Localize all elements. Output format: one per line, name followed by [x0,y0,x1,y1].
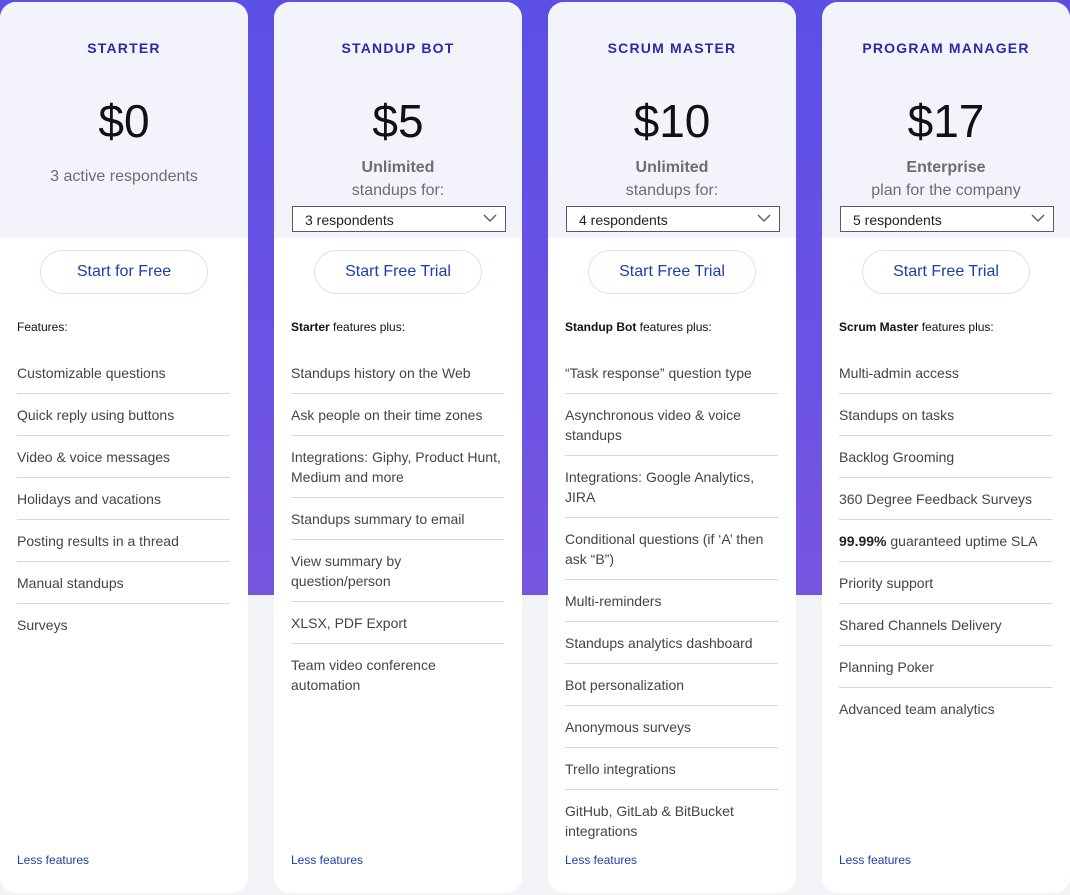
feature-item: Video & voice messages [17,436,230,478]
feature-item: Conditional questions (if ‘A’ then ask “… [565,518,778,580]
chevron-down-icon [1031,214,1045,222]
start-free-trial-button[interactable]: Start Free Trial [862,250,1030,294]
plan-subtext: 3 active respondents [50,168,198,185]
feature-item: XLSX, PDF Export [291,602,504,644]
feature-item: Trello integrations [565,748,778,790]
plan-header: STARTER $0 3 active respondents [0,2,248,238]
features-heading-plan: Starter [291,320,330,334]
plan-subtext: standups for: [625,182,719,199]
plan-subtext-bold: Unlimited [361,159,435,176]
feature-item: Standups on tasks [839,394,1052,436]
plan-card-standup-bot: STANDUP BOT $5 Unlimited standups for: 3… [274,2,522,893]
plan-price: $5 [372,95,424,147]
features-heading: Features: [17,320,68,334]
feature-list: “Task response” question type Asynchrono… [565,352,778,851]
features-heading-plan: Standup Bot [565,320,637,334]
plan-name: STARTER [87,40,161,56]
plan-subtext-bold: Enterprise [906,159,986,176]
start-free-trial-button[interactable]: Start Free Trial [314,250,482,294]
respondents-select[interactable]: 3 respondents [292,206,506,232]
less-features-link[interactable]: Less features [839,853,911,867]
plan-header: PROGRAM MANAGER $17 Enterprise plan for … [822,2,1070,238]
feature-item: Holidays and vacations [17,478,230,520]
select-value: 5 respondents [853,212,942,228]
feature-item: Multi-admin access [839,352,1052,394]
less-features-link[interactable]: Less features [565,853,637,867]
less-features-link[interactable]: Less features [17,853,89,867]
feature-item: Backlog Grooming [839,436,1052,478]
respondents-select[interactable]: 5 respondents [840,206,1054,232]
plan-card-starter: STARTER $0 3 active respondents Start fo… [0,2,248,893]
plan-subtext: standups for: [351,182,445,199]
feature-item: Posting results in a thread [17,520,230,562]
select-value: 3 respondents [305,212,394,228]
feature-item: Customizable questions [17,352,230,394]
feature-item: Planning Poker [839,646,1052,688]
feature-item: Shared Channels Delivery [839,604,1052,646]
plan-name: SCRUM MASTER [607,40,737,56]
features-heading-rest: features plus: [636,320,712,334]
plan-price: $17 [907,95,985,147]
features-heading-rest: features plus: [918,320,994,334]
plan-name: PROGRAM MANAGER [862,40,1030,56]
plan-subtext-bold: Unlimited [635,159,709,176]
plan-price: $0 [98,95,150,147]
features-heading-plan: Scrum Master [839,320,919,334]
plan-price: $10 [633,95,711,147]
feature-list: Standups history on the Web Ask people o… [291,352,504,705]
feature-item: Priority support [839,562,1052,604]
select-value: 4 respondents [579,212,668,228]
feature-item: Integrations: Giphy, Product Hunt, Mediu… [291,436,504,498]
respondents-select[interactable]: 4 respondents [566,206,780,232]
less-features-link[interactable]: Less features [291,853,363,867]
plan-name: STANDUP BOT [341,40,455,56]
feature-item: Multi-reminders [565,580,778,622]
feature-item: Advanced team analytics [839,701,995,717]
features-heading-rest: features plus: [329,320,406,334]
uptime-text: guaranteed uptime SLA [890,533,1038,549]
feature-item: Integrations: Google Analytics, JIRA [565,456,778,518]
features-heading: Starter features plus: [291,320,405,334]
feature-list: Customizable questions Quick reply using… [17,352,230,645]
feature-item: “Task response” question type [565,352,778,394]
features-heading: Scrum Master features plus: [839,320,994,334]
feature-item: Ask people on their time zones [291,394,504,436]
feature-item: Asynchronous video & voice standups [565,394,778,456]
feature-list: Multi-admin access Standups on tasks Bac… [839,352,1052,729]
uptime-value: 99.99% [839,533,887,549]
plan-subtext: plan for the company [871,182,1021,199]
features-heading: Standup Bot features plus: [565,320,712,334]
feature-item: GitHub, GitLab & BitBucket integrations [565,803,734,839]
chevron-down-icon [483,214,497,222]
feature-item: Quick reply using buttons [17,394,230,436]
feature-item: Manual standups [17,562,230,604]
feature-item: View summary by question/person [291,540,504,602]
start-for-free-button[interactable]: Start for Free [40,250,208,294]
feature-item: Standups analytics dashboard [565,622,778,664]
plan-card-scrum-master: SCRUM MASTER $10 Unlimited standups for:… [548,2,796,893]
chevron-down-icon [757,214,771,222]
feature-item: Surveys [17,617,68,633]
feature-item: 360 Degree Feedback Surveys [839,478,1052,520]
plan-header: SCRUM MASTER $10 Unlimited standups for: [548,2,796,238]
feature-item: Anonymous surveys [565,706,778,748]
plan-header: STANDUP BOT $5 Unlimited standups for: [274,2,522,238]
plan-card-program-manager: PROGRAM MANAGER $17 Enterprise plan for … [822,2,1070,893]
start-free-trial-button[interactable]: Start Free Trial [588,250,756,294]
feature-item: Standups history on the Web [291,352,504,394]
feature-item: Bot personalization [565,664,778,706]
feature-item-uptime: 99.99% guaranteed uptime SLA [839,520,1052,562]
feature-item: Standups summary to email [291,498,504,540]
feature-item: Team video conference automation [291,657,436,693]
